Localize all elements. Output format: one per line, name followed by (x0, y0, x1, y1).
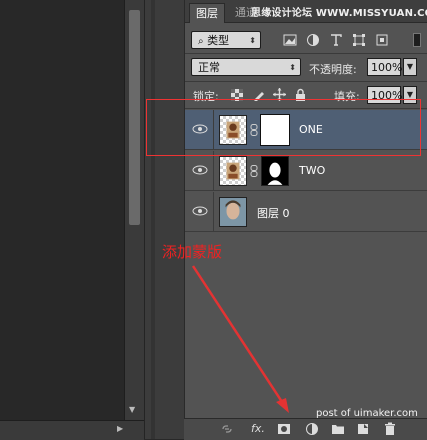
blend-mode-value: 正常 (198, 61, 220, 74)
adjustment-filter-icon[interactable] (306, 33, 320, 47)
annotation-label: 添加蒙版 (162, 243, 223, 261)
select-arrows-icon: ⬍ (249, 36, 256, 45)
opacity-slider-button[interactable]: ▼ (403, 58, 417, 76)
layer-thumbnail[interactable] (219, 156, 247, 186)
cell-divider (213, 151, 214, 191)
portrait-photo (220, 198, 246, 226)
dock-divider (151, 0, 155, 439)
trash-icon[interactable] (383, 422, 397, 436)
filter-kind-label: 类型 (207, 34, 230, 47)
horizontal-scrollbar[interactable]: ▶ (0, 420, 144, 440)
eye-icon[interactable] (191, 161, 209, 179)
highlight-box (146, 99, 421, 156)
image-filter-icon[interactable] (283, 33, 297, 47)
link-layers-icon[interactable] (220, 422, 234, 436)
divider (185, 53, 427, 54)
face-silhouette-mask (267, 162, 283, 185)
opacity-label: 不透明度: (309, 63, 357, 76)
portrait-collage-image (226, 162, 240, 180)
eye-icon[interactable] (191, 202, 209, 220)
layer-filter-kind-select[interactable]: ⌕ 类型 ⬍ (191, 31, 261, 49)
opacity-input[interactable]: 100% (367, 58, 402, 76)
filter-toggle-switch[interactable] (413, 33, 421, 47)
document-canvas[interactable] (0, 0, 124, 439)
layer-thumbnail[interactable] (219, 197, 247, 227)
new-layer-icon[interactable] (356, 422, 370, 436)
scroll-down-arrow-icon[interactable]: ▼ (129, 405, 135, 414)
divider (185, 81, 427, 82)
cell-divider (213, 192, 214, 232)
chain-link-icon[interactable] (250, 165, 258, 177)
layer-row-two[interactable]: TWO (185, 151, 427, 191)
panel-dock-gutter (144, 0, 185, 439)
scroll-right-arrow-icon[interactable]: ▶ (117, 424, 123, 433)
tab-layers[interactable]: 图层 (189, 3, 225, 23)
select-arrows-icon: ⬍ (289, 63, 296, 72)
shape-filter-icon[interactable] (352, 33, 366, 47)
layer-name[interactable]: TWO (299, 164, 325, 177)
add-mask-icon[interactable] (277, 422, 291, 436)
vertical-scrollbar[interactable]: ▼ (124, 0, 145, 420)
text-filter-icon[interactable] (329, 33, 343, 47)
layers-panel-footer: fx. (184, 418, 427, 440)
fx-icon[interactable]: fx. (251, 422, 265, 435)
layer-mask-thumbnail[interactable] (261, 156, 289, 186)
smart-object-filter-icon[interactable] (375, 33, 389, 47)
adjustment-layer-icon[interactable] (305, 422, 319, 436)
watermark-text: 思缘设计论坛 WWW.MISSYUAN.COM (251, 8, 427, 19)
group-folder-icon[interactable] (331, 422, 345, 436)
blend-mode-select[interactable]: 正常 ⬍ (191, 58, 301, 76)
layers-panel: 图层 通道 思缘设计论坛 WWW.MISSYUAN.COM ⌕ 类型 ⬍ 正常 … (184, 0, 427, 439)
layer-row-layer-0[interactable]: 图层 0 (185, 192, 427, 232)
scrollbar-thumb[interactable] (129, 10, 140, 225)
credit-text: post of uimaker.com (316, 408, 418, 419)
search-icon: ⌕ (198, 36, 204, 47)
layer-name[interactable]: 图层 0 (257, 205, 290, 221)
panel-tab-bar: 图层 通道 思缘设计论坛 WWW.MISSYUAN.COM (185, 0, 427, 23)
